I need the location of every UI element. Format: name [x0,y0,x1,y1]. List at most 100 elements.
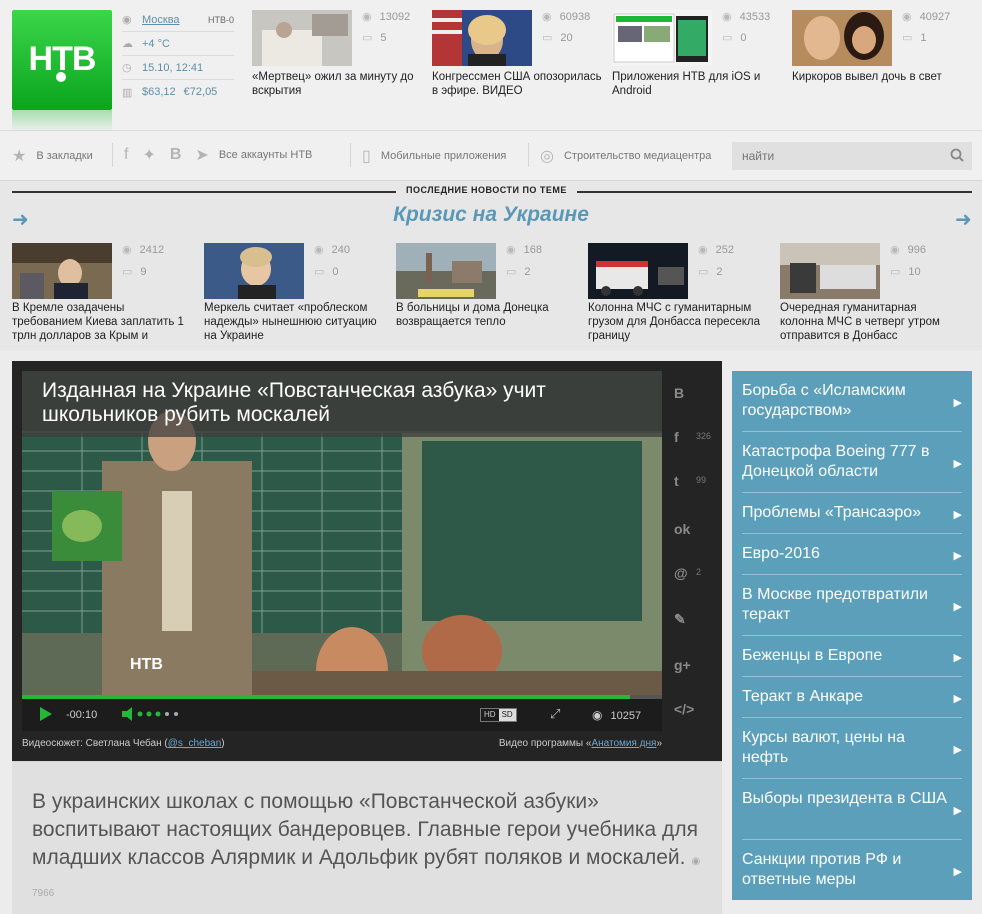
city-link[interactable]: Москва [142,14,180,26]
telegram-icon[interactable]: ➤ [195,145,208,165]
news-thumbnail[interactable] [588,243,688,299]
fullscreen-icon[interactable]: ⤢ [550,706,560,722]
mobile-apps-link[interactable]: ▯ Мобильные приложения [362,146,506,166]
related-news-section: ПОСЛЕДНИЕ НОВОСТИ ПО ТЕМЕ ➜ Кризис на Ук… [0,180,982,351]
news-thumbnail[interactable] [432,10,532,66]
arrow-right-icon[interactable]: ➜ [955,207,972,232]
divider [742,431,962,432]
topic-item[interactable]: Курсы валют, цены на нефть ▶ [732,728,972,768]
news-title[interactable]: Киркоров вывел дочь в свет [792,70,964,84]
phone-icon: ▯ [362,148,371,165]
google-plus-icon: g+ [674,657,691,673]
news-thumbnail[interactable] [204,243,304,299]
credit-suffix: ) [221,738,225,749]
facebook-share-button[interactable]: f 326 [662,429,722,469]
play-icon[interactable] [40,707,52,721]
divider [742,635,962,636]
topic-item[interactable]: Катастрофа Boeing 777 в Донецкой области… [732,442,972,482]
news-title[interactable]: Меркель считает «проблеском надежды» нын… [204,301,386,343]
news-title[interactable]: В Кремле озадачены требованием Киева зап… [12,301,194,343]
views-count: ◉ 168 [506,244,542,256]
chevron-right-icon: ▶ [953,744,962,756]
news-thumbnail[interactable] [252,10,352,66]
views-count: ◉ 2412 [122,244,165,256]
news-title[interactable]: Конгрессмен США опозорилась в эфире. ВИД… [432,70,604,98]
comments-count: ▭ 10 [890,266,921,278]
topic-item[interactable]: Санкции против РФ и ответные меры ▶ [732,850,972,890]
news-title[interactable]: Колонна МЧС с гуманитарным грузом для До… [588,301,770,343]
twitter-share-button[interactable]: t 99 [662,473,722,513]
topic-item[interactable]: Выборы президента в США ▶ [732,789,972,829]
media-center-link[interactable]: ◎ Строительство медиацентра [540,146,711,166]
quality-toggle[interactable]: HD SD [480,708,517,722]
livejournal-share-button[interactable]: ✎ [662,611,722,651]
clock-icon: ◷ [122,62,132,74]
weather-row: ☁ +4 °C [122,32,234,56]
news-thumbnail[interactable] [792,10,892,66]
news-thumbnail[interactable] [780,243,880,299]
news-title[interactable]: «Мертвец» ожил за минуту до вскрытия [252,70,424,98]
search-icon[interactable] [950,148,964,162]
divider [742,574,962,575]
chevron-right-icon: ▶ [953,805,962,817]
embed-button[interactable]: </> [662,701,722,741]
chart-icon: ▥ [122,86,133,99]
divider [742,676,962,677]
mail-share-button[interactable]: @2 [662,565,722,605]
googleplus-share-button[interactable]: g+ [662,657,722,697]
topic-item[interactable]: Проблемы «Трансаэро» ▶ [732,503,972,523]
twitter-icon: t [674,473,679,489]
program-link[interactable]: Анатомия дня [591,738,656,749]
star-icon: ★ [12,148,27,165]
comment-icon: ▭ [890,266,901,278]
location-row: ◉ Москва НТВ-0 [122,8,234,32]
news-title[interactable]: В больницы и дома Донецка возвращается т… [396,301,578,329]
eye-icon: ◉ [698,244,708,256]
views-count: ◉ 252 [698,244,734,256]
facebook-icon[interactable]: f [124,146,128,164]
divider [350,143,351,167]
search-input[interactable] [732,142,932,170]
news-thumbnail[interactable] [12,243,112,299]
facebook-icon: f [674,429,679,445]
author-link[interactable]: @s_cheban [168,738,222,749]
news-thumbnail[interactable] [396,243,496,299]
comment-icon: ▭ [362,32,373,44]
vk-icon[interactable]: В [170,146,182,164]
twitter-icon[interactable]: ✦ [142,145,155,165]
sd-option[interactable]: SD [498,709,516,721]
all-accounts-link[interactable]: Все аккаунты НТВ [219,149,313,161]
eur-rate[interactable]: €72,05 [184,86,218,98]
odnoklassniki-icon: ok [674,521,691,537]
bookmark-label: В закладки [36,150,93,162]
eye-icon: ◉ [122,244,132,256]
views-count: ◉ 240 [314,244,350,256]
views-count: ◉ 60938 [542,11,591,23]
comment-icon: ▭ [314,266,325,278]
odnoklassniki-share-button[interactable]: ok [662,521,722,561]
currency-row: ▥ $63,12 €72,05 [122,80,234,104]
volume-icon[interactable] [122,706,192,722]
topic-item[interactable]: Беженцы в Европе ▶ [732,646,972,666]
vk-share-button[interactable]: В [662,385,722,425]
search-box [732,142,972,170]
hd-option[interactable]: HD [481,709,499,721]
topic-item[interactable]: Теракт в Анкаре ▶ [732,687,972,707]
credit-prefix: Видеосюжет: Светлана Чебан ( [22,738,168,749]
pencil-icon: ✎ [674,611,686,627]
news-title[interactable]: Очередная гуманитарная колонна МЧС в чет… [780,301,962,343]
news-thumbnail[interactable] [612,10,712,66]
video-title: Изданная на Украине «Повстанческая азбук… [22,371,662,437]
comment-icon: ▭ [506,266,517,278]
usd-rate[interactable]: $63,12 [142,86,176,98]
topic-item[interactable]: Борьба с «Исламским государством» ▶ [732,381,972,421]
topic-item[interactable]: Евро-2016 ▶ [732,544,972,564]
topic-item[interactable]: В Москве предотвратили теракт ▶ [732,585,972,625]
video-frame[interactable]: НТВ Изданная на Украине «Повстанческая а… [22,371,662,731]
temperature[interactable]: +4 °C [142,38,170,50]
comments-count: ▭ 20 [542,32,573,44]
news-title[interactable]: Приложения НТВ для iOS и Android [612,70,784,98]
crisis-headline[interactable]: Кризис на Украине [0,203,982,227]
ntv-logo[interactable]: НТВ [12,10,112,132]
bookmark-button[interactable]: ★ В закладки [12,146,93,166]
